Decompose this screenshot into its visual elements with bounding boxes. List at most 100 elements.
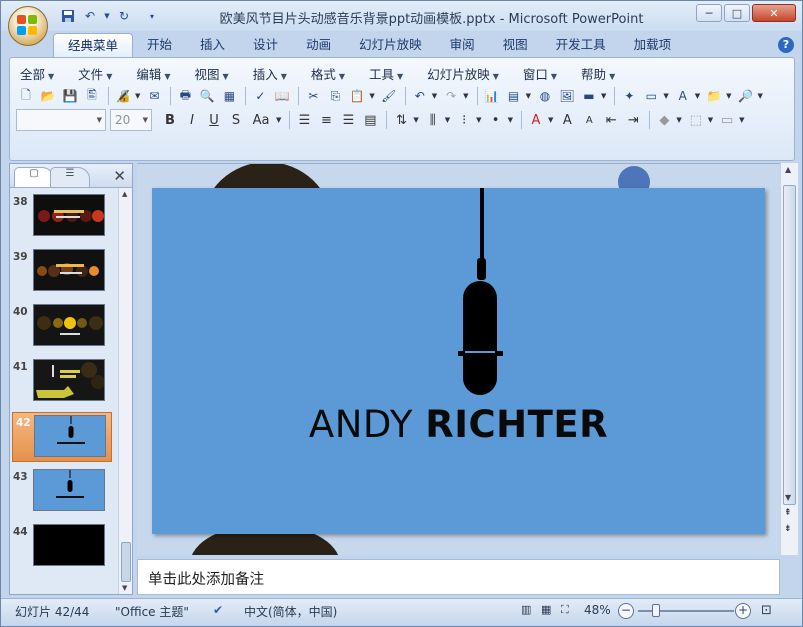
spell-check-icon[interactable]: ✔ (213, 603, 223, 617)
align-right-icon[interactable]: ☰ (338, 110, 358, 130)
thumbnail-item[interactable]: 39 (10, 247, 118, 297)
italic-button[interactable]: I (182, 110, 202, 130)
slide-sorter-icon[interactable]: ▦ (541, 603, 551, 616)
tab-animations[interactable]: 动画 (292, 33, 345, 57)
shrink-font-icon[interactable]: A (579, 110, 599, 130)
align-center-icon[interactable]: ≡ (316, 110, 336, 130)
text-direction-icon[interactable]: ⇅ (391, 110, 411, 130)
scroll-down-icon[interactable]: ▼ (785, 493, 791, 502)
scroll-thumb[interactable] (783, 185, 796, 505)
zoom-out-button[interactable]: − (618, 603, 634, 619)
menu-format[interactable]: 格式 ▼ (309, 64, 355, 83)
dropdown-arrow-icon[interactable]: ▼ (276, 116, 281, 124)
fit-to-window-icon[interactable]: ⊡ (761, 603, 772, 618)
menu-edit[interactable]: 编辑 ▼ (134, 64, 180, 83)
theme-name[interactable]: "Office 主题" (115, 603, 189, 620)
dropdown-arrow-icon[interactable]: ▼ (526, 92, 531, 100)
grow-font-icon[interactable]: A (557, 110, 577, 130)
format-painter-icon[interactable]: 🖌 (379, 86, 399, 106)
tab-slides[interactable]: ▢ (14, 167, 54, 187)
menu-slide-show[interactable]: 幻灯片放映 ▼ (425, 64, 509, 83)
menu-window[interactable]: 窗口 ▼ (521, 64, 567, 83)
minimize-button[interactable]: ─ (696, 4, 722, 22)
close-button[interactable]: ✕ (752, 4, 796, 22)
dropdown-arrow-icon[interactable]: ▼ (726, 92, 731, 100)
current-slide[interactable]: ANDY RICHTER (152, 188, 765, 534)
slide-thumbnail[interactable] (33, 359, 105, 401)
open-icon[interactable]: 📂 (38, 86, 58, 106)
tab-view[interactable]: 视图 (489, 33, 542, 57)
undo-icon[interactable]: ↶ (410, 86, 430, 106)
menu-tools[interactable]: 工具 ▼ (367, 64, 413, 83)
slide-thumbnail[interactable] (34, 415, 106, 457)
normal-view-icon[interactable]: ▥ (521, 603, 531, 616)
chart-icon[interactable]: 📊 (482, 86, 502, 106)
office-button[interactable] (8, 6, 48, 46)
new-icon[interactable]: 🗋 (16, 86, 36, 106)
tab-design[interactable]: 设计 (239, 33, 292, 57)
dropdown-arrow-icon[interactable]: ▼ (369, 92, 374, 100)
tab-home[interactable]: 开始 (133, 33, 186, 57)
tab-classic-menu[interactable]: 经典菜单 (53, 33, 134, 57)
scroll-down-icon[interactable]: ▼ (122, 584, 127, 592)
dropdown-arrow-icon[interactable]: ▼ (508, 116, 513, 124)
bold-button[interactable]: B (160, 110, 180, 130)
dropdown-arrow-icon[interactable]: ▼ (758, 92, 763, 100)
tab-review[interactable]: 审阅 (436, 33, 489, 57)
slide-thumbnail[interactable] (33, 524, 105, 566)
dropdown-arrow-icon[interactable]: ▼ (708, 116, 713, 124)
clipart-icon[interactable]: ◍ (535, 86, 555, 106)
slide-thumbnail[interactable] (33, 249, 105, 291)
find-icon[interactable]: 🔎 (736, 86, 756, 106)
dropdown-arrow-icon[interactable]: ▼ (413, 116, 418, 124)
columns-icon[interactable]: ⫼ (423, 110, 443, 130)
tab-add-ins[interactable]: 加载项 (620, 33, 686, 57)
dropdown-arrow-icon[interactable]: ▼ (676, 116, 681, 124)
slide-scrollbar[interactable]: ▲ ▼ ⇞ ⇟ (780, 163, 798, 555)
dropdown-arrow-icon[interactable]: ▼ (601, 92, 606, 100)
thumbnail-item[interactable]: 38 (10, 192, 118, 242)
shapes-icon[interactable]: ◆ (654, 110, 674, 130)
menu-view[interactable]: 视图 ▼ (193, 64, 239, 83)
tab-developer[interactable]: 开发工具 (542, 33, 620, 57)
decrease-indent-icon[interactable]: ⇤ (601, 110, 621, 130)
permission-icon[interactable]: 🔏 (113, 86, 133, 106)
previous-slide-icon[interactable]: ⇞ (784, 509, 792, 518)
email-icon[interactable]: ✉ (144, 86, 164, 106)
dropdown-arrow-icon[interactable]: ▼ (548, 116, 553, 124)
dropdown-arrow-icon[interactable]: ▼ (739, 116, 744, 124)
shape-fill-icon[interactable]: ▬ (579, 86, 599, 106)
increase-indent-icon[interactable]: ⇥ (623, 110, 643, 130)
font-name-combo[interactable]: ▼ (16, 109, 106, 131)
quick-styles-icon[interactable]: ▭ (717, 110, 737, 130)
slide-title[interactable]: ANDY RICHTER (152, 403, 765, 446)
menu-all[interactable]: 全部 ▼ (18, 64, 64, 83)
redo-icon[interactable]: ↷ (441, 86, 461, 106)
scroll-thumb[interactable] (121, 542, 131, 582)
dropdown-arrow-icon[interactable]: ▼ (695, 92, 700, 100)
cut-icon[interactable]: ✂ (303, 86, 323, 106)
spelling-icon[interactable]: ✓ (250, 86, 270, 106)
save-icon[interactable]: 💾 (60, 86, 80, 106)
numbering-icon[interactable]: ⁝ (454, 110, 474, 130)
slide-thumbnail[interactable] (33, 304, 105, 346)
font-color-icon[interactable]: A (526, 110, 546, 130)
zoom-in-button[interactable]: + (735, 603, 751, 619)
font-size-combo[interactable]: 20 ▼ (110, 109, 152, 131)
thumbnail-item[interactable]: 44 (10, 522, 118, 572)
tab-slide-show[interactable]: 幻灯片放映 (345, 33, 436, 57)
justify-icon[interactable]: ▤ (360, 110, 380, 130)
folder-icon[interactable]: 📁 (704, 86, 724, 106)
scroll-up-icon[interactable]: ▲ (785, 165, 791, 174)
dropdown-arrow-icon[interactable]: ▼ (663, 92, 668, 100)
change-case-button[interactable]: Aa (248, 110, 274, 130)
dropdown-arrow-icon[interactable]: ▼ (476, 116, 481, 124)
thumbnail-item[interactable]: 40 (10, 302, 118, 352)
close-icon[interactable]: ✕ (113, 167, 126, 185)
panel-scrollbar[interactable]: ▲ ▼ (118, 188, 132, 594)
print-icon[interactable]: 🖶 (175, 86, 195, 106)
tab-insert[interactable]: 插入 (186, 33, 239, 57)
shadow-button[interactable]: S (226, 110, 246, 130)
paste-icon[interactable]: 📋 (347, 86, 367, 106)
maximize-button[interactable]: □ (724, 4, 750, 22)
